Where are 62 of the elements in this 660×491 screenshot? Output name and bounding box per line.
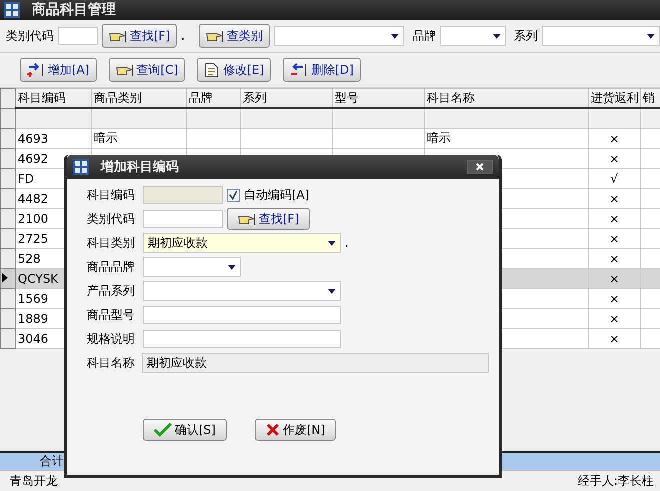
input-field[interactable] bbox=[143, 210, 223, 228]
dot-text: . bbox=[181, 29, 186, 43]
cancel-button[interactable]: 作废[N] bbox=[254, 419, 336, 441]
dropdown[interactable]: 期初应收款 bbox=[143, 233, 341, 253]
dropdown-arrow-icon bbox=[493, 34, 502, 38]
dialog-title: 增加科目编码 bbox=[101, 158, 180, 176]
input-field[interactable] bbox=[143, 186, 223, 204]
table-cell: 暗示 bbox=[94, 131, 118, 145]
arrows-plus-icon bbox=[27, 63, 45, 77]
toolbar-button[interactable]: 增加[A] bbox=[20, 58, 97, 82]
field-label: 品牌 bbox=[412, 28, 436, 44]
toolbar-button[interactable]: 删除[D] bbox=[283, 58, 361, 82]
check-icon bbox=[154, 423, 172, 437]
column-header[interactable]: 系列 bbox=[240, 88, 332, 108]
dropdown-arrow-icon bbox=[647, 34, 655, 38]
toolbar-button[interactable]: 查询[C] bbox=[108, 58, 186, 82]
column-header[interactable]: 进货返利 bbox=[588, 88, 640, 108]
dropdown-arrow-icon bbox=[228, 264, 236, 270]
table-cell: × bbox=[588, 328, 640, 348]
toolbar-button[interactable]: 修改[E] bbox=[197, 58, 272, 82]
field-label: 系列 bbox=[514, 28, 538, 44]
status-text: 青岛开龙 bbox=[10, 472, 58, 490]
input-field[interactable] bbox=[143, 330, 341, 348]
dropdown[interactable] bbox=[274, 26, 404, 46]
row-pointer-icon bbox=[1, 272, 9, 282]
dropdown-arrow-icon bbox=[328, 288, 336, 294]
app-logo-icon bbox=[4, 2, 20, 18]
dropdown[interactable] bbox=[440, 26, 506, 46]
category-button[interactable]: 查类别 bbox=[199, 24, 270, 48]
field-label: 科目名称 bbox=[87, 354, 136, 372]
close-icon bbox=[266, 423, 280, 437]
column-header[interactable]: 商品类别 bbox=[92, 88, 186, 108]
close-icon bbox=[476, 163, 484, 171]
input-field[interactable] bbox=[143, 306, 341, 324]
column-header[interactable]: 科目编码 bbox=[16, 88, 92, 108]
table-cell: 暗示 bbox=[427, 131, 451, 145]
column-header[interactable]: 型号 bbox=[332, 88, 424, 108]
arrow-minus-icon bbox=[290, 63, 308, 77]
dropdown-arrow-icon bbox=[328, 240, 336, 246]
field-label: 类别代码 bbox=[6, 28, 54, 44]
column-header[interactable]: 品牌 bbox=[186, 88, 240, 108]
find-button[interactable]: 查找[F] bbox=[102, 24, 178, 48]
total-label: 合计 bbox=[40, 453, 64, 470]
dropdown[interactable] bbox=[542, 26, 660, 46]
column-header[interactable]: 销 bbox=[640, 88, 660, 108]
document-icon bbox=[204, 62, 220, 78]
readonly-field: 期初应收款 bbox=[142, 353, 489, 373]
close-button[interactable] bbox=[467, 160, 493, 174]
window-title: 商品科目管理 bbox=[32, 1, 116, 19]
dropdown-arrow-icon bbox=[391, 34, 400, 38]
checkbox-label: 自动编码[A] bbox=[244, 186, 310, 204]
dot-text: . bbox=[345, 236, 349, 250]
column-header[interactable]: 科目名称 bbox=[424, 88, 588, 108]
confirm-button[interactable]: 确认[S] bbox=[143, 419, 227, 441]
input-field[interactable] bbox=[58, 27, 98, 45]
status-text: 经手人:李长柱 bbox=[578, 472, 654, 490]
find-button[interactable]: 查找[F] bbox=[227, 208, 310, 230]
row-selector[interactable] bbox=[0, 268, 16, 288]
dropdown[interactable] bbox=[143, 281, 341, 301]
checkbox[interactable] bbox=[227, 188, 240, 202]
dropdown[interactable] bbox=[143, 257, 241, 277]
dialog-logo-icon bbox=[73, 159, 89, 175]
